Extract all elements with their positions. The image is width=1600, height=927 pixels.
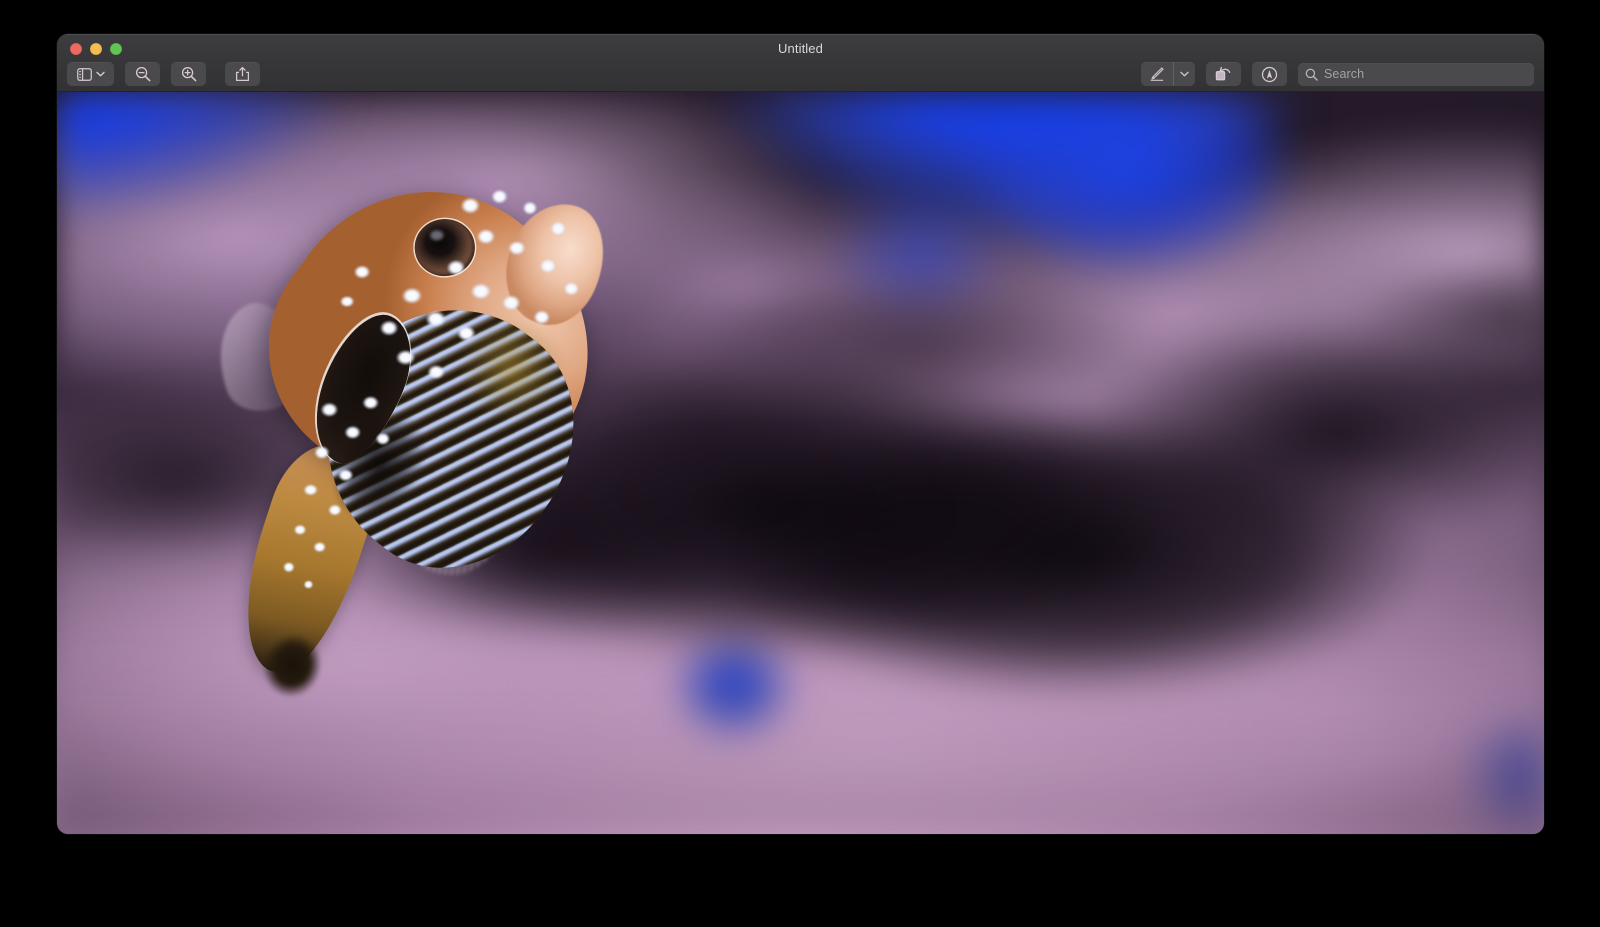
fish-spot xyxy=(490,189,508,205)
rotate-icon xyxy=(1215,66,1232,82)
annotate-icon xyxy=(1261,66,1278,83)
zoom-out-icon xyxy=(135,66,151,82)
chevron-down-icon xyxy=(96,71,105,77)
pen-icon xyxy=(1149,66,1165,82)
fish-spot xyxy=(395,349,416,366)
window-toolbar: Untitled xyxy=(57,34,1544,92)
zoom-out-button[interactable] xyxy=(125,62,160,86)
search-placeholder: Search xyxy=(1324,67,1364,81)
desktop-background: Untitled xyxy=(0,0,1600,927)
share-button[interactable] xyxy=(225,62,260,86)
minimize-button[interactable] xyxy=(90,43,102,55)
preview-window: Untitled xyxy=(57,34,1544,834)
chevron-down-icon xyxy=(1180,71,1189,77)
markup-pen-button[interactable] xyxy=(1141,62,1173,86)
fish-spot xyxy=(522,201,538,215)
maximize-button[interactable] xyxy=(110,43,122,55)
fish-spot xyxy=(446,259,465,276)
fish-spot xyxy=(502,294,521,311)
rotate-left-button[interactable] xyxy=(1206,62,1241,86)
share-icon xyxy=(235,66,250,82)
close-button[interactable] xyxy=(70,43,82,55)
pufferfish-photograph xyxy=(57,92,1544,834)
fish-spot xyxy=(354,265,371,279)
search-icon xyxy=(1305,68,1318,81)
sidebar-toggle-button[interactable] xyxy=(67,62,114,86)
fish-spot xyxy=(313,541,326,552)
fish-spot xyxy=(563,281,579,295)
traffic-light-group xyxy=(70,43,122,55)
fish-spot xyxy=(283,561,295,572)
zoom-in-icon xyxy=(181,66,197,82)
annotate-button[interactable] xyxy=(1252,62,1287,86)
search-field[interactable]: Search xyxy=(1298,63,1534,86)
pufferfish-subject xyxy=(219,152,624,699)
toolbar-left-group xyxy=(67,62,260,86)
toolbar-right-group: Search xyxy=(1141,62,1534,86)
zoom-in-button[interactable] xyxy=(171,62,206,86)
window-title: Untitled xyxy=(57,41,1544,56)
sidebar-icon xyxy=(77,68,92,81)
markup-pen-group xyxy=(1141,62,1195,86)
fish-spot xyxy=(327,504,341,516)
markup-pen-dropdown[interactable] xyxy=(1173,62,1195,86)
image-canvas[interactable] xyxy=(57,92,1544,834)
fish-spot xyxy=(338,468,354,481)
fish-spot xyxy=(550,220,567,236)
fish-spot xyxy=(427,364,445,380)
